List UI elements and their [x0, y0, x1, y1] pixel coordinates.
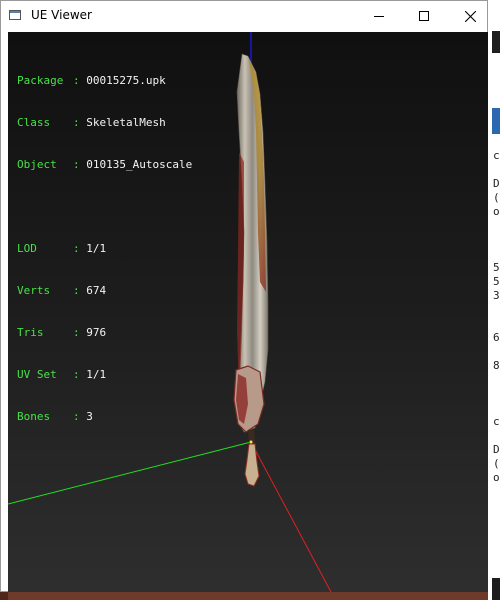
background-char: o	[493, 205, 500, 218]
background-dark-band	[492, 578, 500, 600]
info-key: Tris	[17, 326, 44, 339]
background-char: 3	[493, 289, 500, 302]
info-value: 00015275.upk	[86, 74, 166, 87]
background-char: 8	[493, 359, 500, 372]
info-row-bones: Bones: 3	[17, 410, 192, 424]
info-key: UV Set	[17, 368, 57, 381]
info-key: Bones	[17, 410, 51, 423]
info-sep: :	[73, 368, 87, 381]
background-char: (	[493, 457, 500, 470]
background-char: 5	[493, 261, 500, 274]
info-value: 1/1	[86, 242, 107, 255]
mesh-info-panel: Package: 00015275.upk Class: SkeletalMes…	[17, 46, 192, 452]
info-row-uvset: UV Set: 1/1	[17, 368, 192, 382]
background-char: 6	[493, 331, 500, 344]
info-key: Package	[17, 74, 64, 87]
info-sep: :	[73, 242, 87, 255]
app-window-icon	[9, 10, 21, 20]
info-sep: :	[73, 326, 87, 339]
x-axis	[250, 441, 332, 592]
3d-viewport[interactable]: Package: 00015275.upk Class: SkeletalMes…	[8, 32, 488, 592]
info-value: 3	[86, 410, 93, 423]
info-value: SkeletalMesh	[86, 116, 166, 129]
info-value: 010135_Autoscale	[86, 158, 193, 171]
info-value: 976	[86, 326, 107, 339]
info-key: Object	[17, 158, 57, 171]
minimize-button[interactable]	[356, 1, 402, 31]
close-button[interactable]	[447, 1, 493, 31]
info-sep: :	[73, 158, 87, 171]
background-dark-band	[492, 31, 500, 53]
background-window-edge: c D ( o 5 5 3 6 8 c D ( o	[488, 0, 500, 600]
info-row-tris: Tris: 976	[17, 326, 192, 340]
info-sep: :	[73, 74, 87, 87]
info-row-class: Class: SkeletalMesh	[17, 116, 192, 130]
background-char: o	[493, 471, 500, 484]
close-icon	[464, 10, 476, 22]
info-key: Verts	[17, 284, 51, 297]
background-char: c	[493, 415, 500, 428]
sword-pommel	[244, 443, 260, 487]
background-char: D	[493, 177, 500, 190]
background-blue-bar	[492, 108, 500, 134]
sword-mesh	[233, 53, 269, 487]
window-title: UE Viewer	[31, 8, 92, 22]
info-sep: :	[73, 410, 87, 423]
info-sep: :	[73, 116, 87, 129]
maximize-button[interactable]	[401, 1, 447, 31]
info-value: 1/1	[86, 368, 107, 381]
title-bar[interactable]: UE Viewer	[1, 1, 487, 31]
info-row-lod: LOD: 1/1	[17, 242, 192, 256]
info-key: LOD	[17, 242, 37, 255]
background-char: (	[493, 191, 500, 204]
background-char: c	[493, 149, 500, 162]
ue-viewer-window: UE Viewer Package: 00015275.upk Class:…	[0, 0, 488, 592]
maximize-icon	[419, 11, 429, 21]
background-char: D	[493, 443, 500, 456]
info-sep: :	[73, 284, 87, 297]
info-key: Class	[17, 116, 51, 129]
minimize-icon	[374, 16, 384, 17]
info-row-object: Object: 010135_Autoscale	[17, 158, 192, 172]
background-char: 5	[493, 275, 500, 288]
info-row-package: Package: 00015275.upk	[17, 74, 192, 88]
info-row-verts: Verts: 674	[17, 284, 192, 298]
origin-marker	[249, 440, 253, 444]
info-value: 674	[86, 284, 107, 297]
